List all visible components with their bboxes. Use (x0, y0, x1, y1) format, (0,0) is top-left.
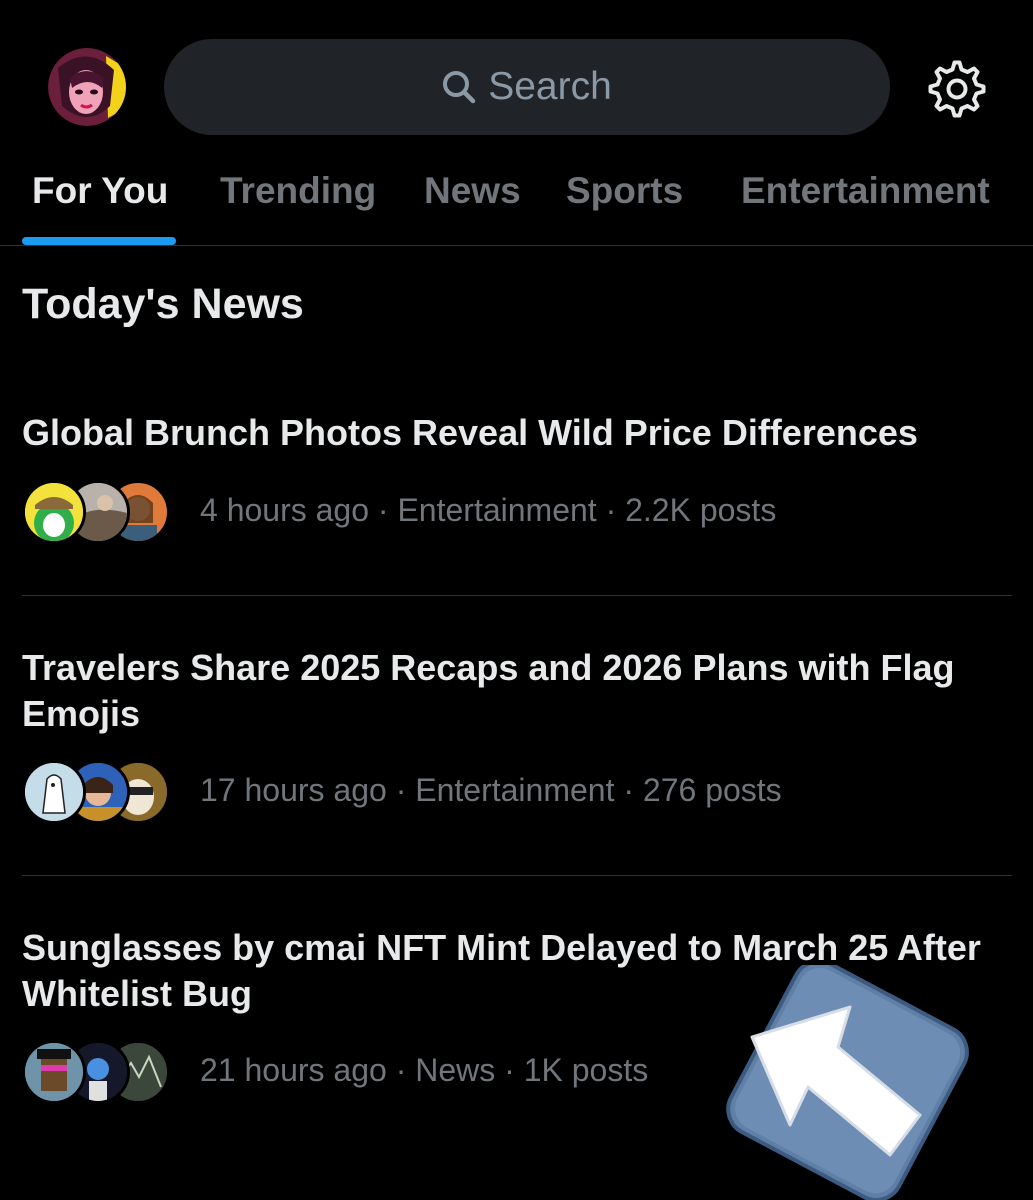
tab-for-you[interactable]: For You (32, 170, 168, 212)
story-meta-text: 21 hours ago · News · 1K posts (200, 1052, 649, 1088)
section-title: Today's News (22, 280, 304, 328)
story-meta: 17 hours ago · Entertainment · 276 posts (22, 760, 782, 824)
tab-entertainment[interactable]: Entertainment (741, 170, 990, 212)
news-story[interactable]: Travelers Share 2025 Recaps and 2026 Pla… (22, 645, 1012, 860)
contributor-avatars (22, 1040, 178, 1104)
arrow-cursor-icon (726, 965, 969, 1200)
search-bar[interactable]: Search (164, 39, 890, 135)
story-headline[interactable]: Global Brunch Photos Reveal Wild Price D… (22, 410, 1012, 456)
avatar[interactable] (48, 48, 126, 126)
avatar (22, 760, 86, 824)
tab-news[interactable]: News (424, 170, 521, 212)
search-placeholder: Search (488, 65, 612, 108)
gear-icon[interactable] (928, 60, 986, 118)
divider (22, 595, 1012, 596)
tab-sports[interactable]: Sports (566, 170, 683, 212)
avatar (22, 1040, 86, 1104)
active-tab-indicator (22, 237, 176, 245)
story-meta: 21 hours ago · News · 1K posts (22, 1040, 648, 1104)
search-icon (443, 71, 476, 104)
tab-trending[interactable]: Trending (220, 170, 376, 212)
explore-screen: Search For You Trending News Sports Ente… (0, 0, 1033, 1200)
story-meta: 4 hours ago · Entertainment · 2.2K posts (22, 480, 776, 544)
top-bar: Search (0, 0, 1033, 150)
contributor-avatars (22, 760, 178, 824)
story-meta-text: 17 hours ago · Entertainment · 276 posts (200, 772, 782, 808)
story-meta-text: 4 hours ago · Entertainment · 2.2K posts (200, 492, 777, 528)
contributor-avatars (22, 480, 178, 544)
news-story[interactable]: Global Brunch Photos Reveal Wild Price D… (22, 410, 1012, 580)
tab-bar: For You Trending News Sports Entertainme… (0, 150, 1033, 246)
story-headline[interactable]: Travelers Share 2025 Recaps and 2026 Pla… (22, 645, 1012, 737)
avatar (22, 480, 86, 544)
divider (22, 875, 1012, 876)
